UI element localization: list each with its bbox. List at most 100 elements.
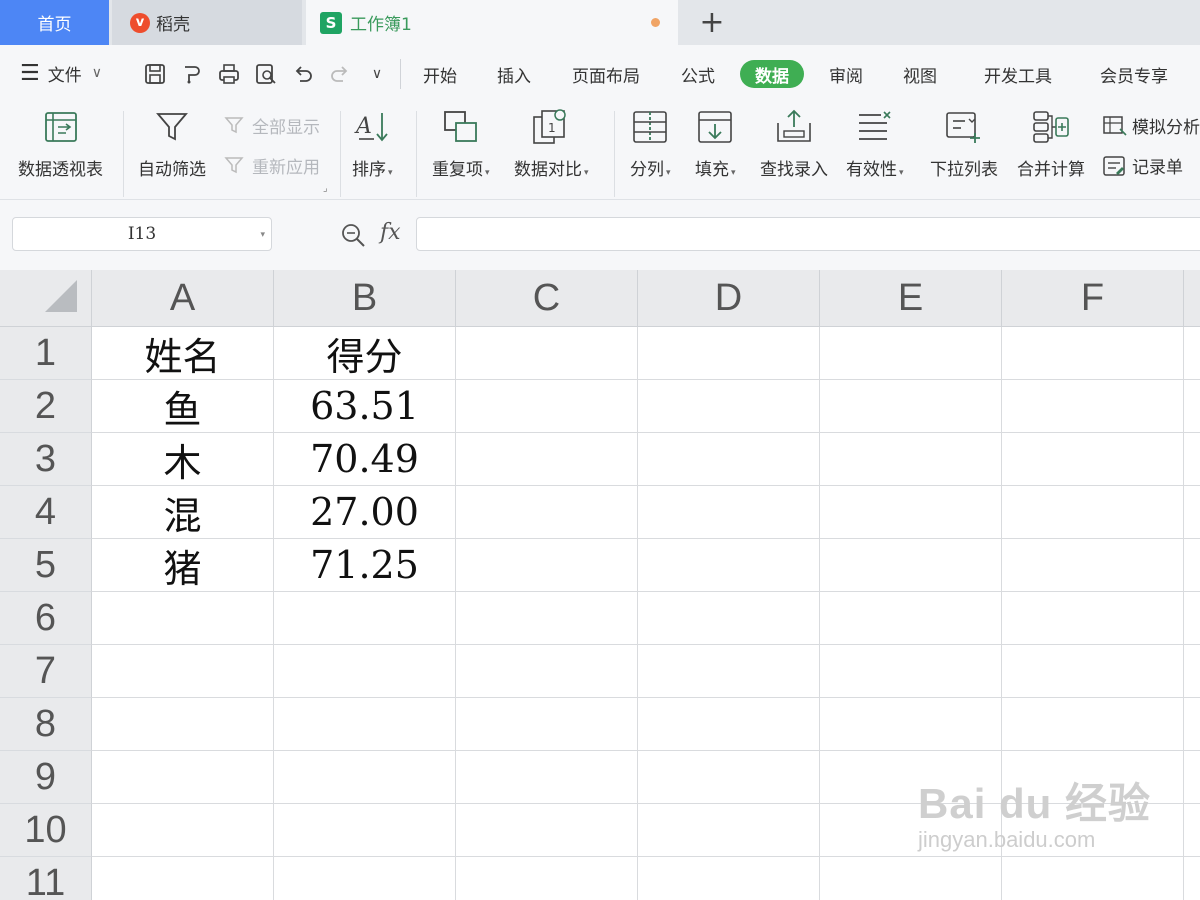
cell-b11[interactable] [274, 857, 456, 900]
column-header-f[interactable]: F [1002, 270, 1184, 327]
cell-c5[interactable] [456, 539, 638, 592]
show-all-button[interactable]: 全部显示 [224, 113, 320, 138]
cell-d5[interactable] [638, 539, 820, 592]
column-header-c[interactable]: C [456, 270, 638, 327]
cell-c4[interactable] [456, 486, 638, 539]
reapply-button[interactable]: 重新应用 [224, 153, 320, 178]
formula-input[interactable] [416, 217, 1200, 251]
cell-a7[interactable] [92, 645, 274, 698]
cell-b4[interactable]: 27.00 [274, 486, 456, 539]
tab-workbook[interactable]: S 工作簿1 [306, 0, 678, 45]
cell-f3[interactable] [1002, 433, 1184, 486]
cell-d8[interactable] [638, 698, 820, 751]
cell-f11[interactable] [1002, 857, 1184, 900]
undo-icon[interactable] [291, 62, 315, 86]
cell-e5[interactable] [820, 539, 1002, 592]
menu-review[interactable]: 审阅 [820, 60, 872, 88]
column-header-a[interactable]: A [92, 270, 274, 327]
cell-g8[interactable] [1184, 698, 1200, 751]
cell-f8[interactable] [1002, 698, 1184, 751]
lookup-entry-button[interactable]: 查找录入 [760, 107, 828, 180]
consolidate-button[interactable]: 合并计算 [1017, 107, 1085, 180]
cell-a2[interactable]: 鱼 [92, 380, 274, 433]
row-header-8[interactable]: 8 [0, 698, 92, 751]
cell-g9[interactable] [1184, 751, 1200, 804]
simulate-analysis-button[interactable]: 模拟分析 [1102, 113, 1200, 138]
pivot-table-button[interactable]: 数据透视表 [18, 107, 103, 180]
cell-c1[interactable] [456, 327, 638, 380]
data-compare-button[interactable]: 1 数据对比 ▾ [514, 107, 589, 180]
file-menu[interactable]: ☰ 文件 ∨ [20, 45, 102, 101]
cell-a9[interactable] [92, 751, 274, 804]
cell-e8[interactable] [820, 698, 1002, 751]
save-icon[interactable] [143, 62, 167, 86]
insert-function-button[interactable]: fx [380, 220, 401, 245]
name-box-dropdown-icon[interactable]: ▾ [260, 230, 265, 240]
cell-a11[interactable] [92, 857, 274, 900]
cell-f4[interactable] [1002, 486, 1184, 539]
cell-a4[interactable]: 混 [92, 486, 274, 539]
row-header-11[interactable]: 11 [0, 857, 92, 900]
cell-b6[interactable] [274, 592, 456, 645]
cell-e3[interactable] [820, 433, 1002, 486]
cell-c11[interactable] [456, 857, 638, 900]
row-header-2[interactable]: 2 [0, 380, 92, 433]
cell-d7[interactable] [638, 645, 820, 698]
cell-g7[interactable] [1184, 645, 1200, 698]
cell-b3[interactable]: 70.49 [274, 433, 456, 486]
cell-a1[interactable]: 姓名 [92, 327, 274, 380]
cell-d10[interactable] [638, 804, 820, 857]
menu-start[interactable]: 开始 [414, 60, 466, 88]
menu-member[interactable]: 会员专享 [1090, 60, 1178, 88]
row-header-5[interactable]: 5 [0, 539, 92, 592]
new-tab-button[interactable]: + [690, 0, 734, 45]
format-painter-icon[interactable] [180, 62, 204, 86]
cell-a8[interactable] [92, 698, 274, 751]
cell-b7[interactable] [274, 645, 456, 698]
cell-f1[interactable] [1002, 327, 1184, 380]
cell-f5[interactable] [1002, 539, 1184, 592]
cell-f7[interactable] [1002, 645, 1184, 698]
autofilter-button[interactable]: 自动筛选 [138, 107, 206, 180]
cell-c2[interactable] [456, 380, 638, 433]
cell-g2[interactable] [1184, 380, 1200, 433]
cell-b9[interactable] [274, 751, 456, 804]
menu-page-layout[interactable]: 页面布局 [562, 60, 650, 88]
cell-d4[interactable] [638, 486, 820, 539]
cell-a6[interactable] [92, 592, 274, 645]
cell-b5[interactable]: 71.25 [274, 539, 456, 592]
zoom-search-icon[interactable] [340, 222, 366, 252]
column-header-b[interactable]: B [274, 270, 456, 327]
print-icon[interactable] [217, 62, 241, 86]
column-header-g[interactable] [1184, 270, 1200, 327]
cell-c8[interactable] [456, 698, 638, 751]
cell-d1[interactable] [638, 327, 820, 380]
cell-g5[interactable] [1184, 539, 1200, 592]
row-header-4[interactable]: 4 [0, 486, 92, 539]
dialog-launcher-icon[interactable]: ⌟ [323, 183, 328, 194]
cell-e2[interactable] [820, 380, 1002, 433]
cell-c7[interactable] [456, 645, 638, 698]
print-preview-icon[interactable] [254, 62, 278, 86]
cell-c10[interactable] [456, 804, 638, 857]
cell-c6[interactable] [456, 592, 638, 645]
row-header-10[interactable]: 10 [0, 804, 92, 857]
menu-data[interactable]: 数据 [740, 60, 804, 88]
validity-button[interactable]: 有效性 ▾ [846, 107, 904, 180]
cell-b1[interactable]: 得分 [274, 327, 456, 380]
split-columns-button[interactable]: 分列 ▾ [630, 107, 671, 180]
cell-b2[interactable]: 63.51 [274, 380, 456, 433]
cell-d2[interactable] [638, 380, 820, 433]
duplicates-button[interactable]: 重复项 ▾ [432, 107, 490, 180]
menu-view[interactable]: 视图 [894, 60, 946, 88]
cell-e1[interactable] [820, 327, 1002, 380]
cell-f6[interactable] [1002, 592, 1184, 645]
cell-g1[interactable] [1184, 327, 1200, 380]
menu-insert[interactable]: 插入 [488, 60, 540, 88]
cell-d3[interactable] [638, 433, 820, 486]
cell-b8[interactable] [274, 698, 456, 751]
cell-d11[interactable] [638, 857, 820, 900]
cell-a10[interactable] [92, 804, 274, 857]
cell-e7[interactable] [820, 645, 1002, 698]
customize-dropdown-icon[interactable]: ∨ [365, 62, 389, 86]
